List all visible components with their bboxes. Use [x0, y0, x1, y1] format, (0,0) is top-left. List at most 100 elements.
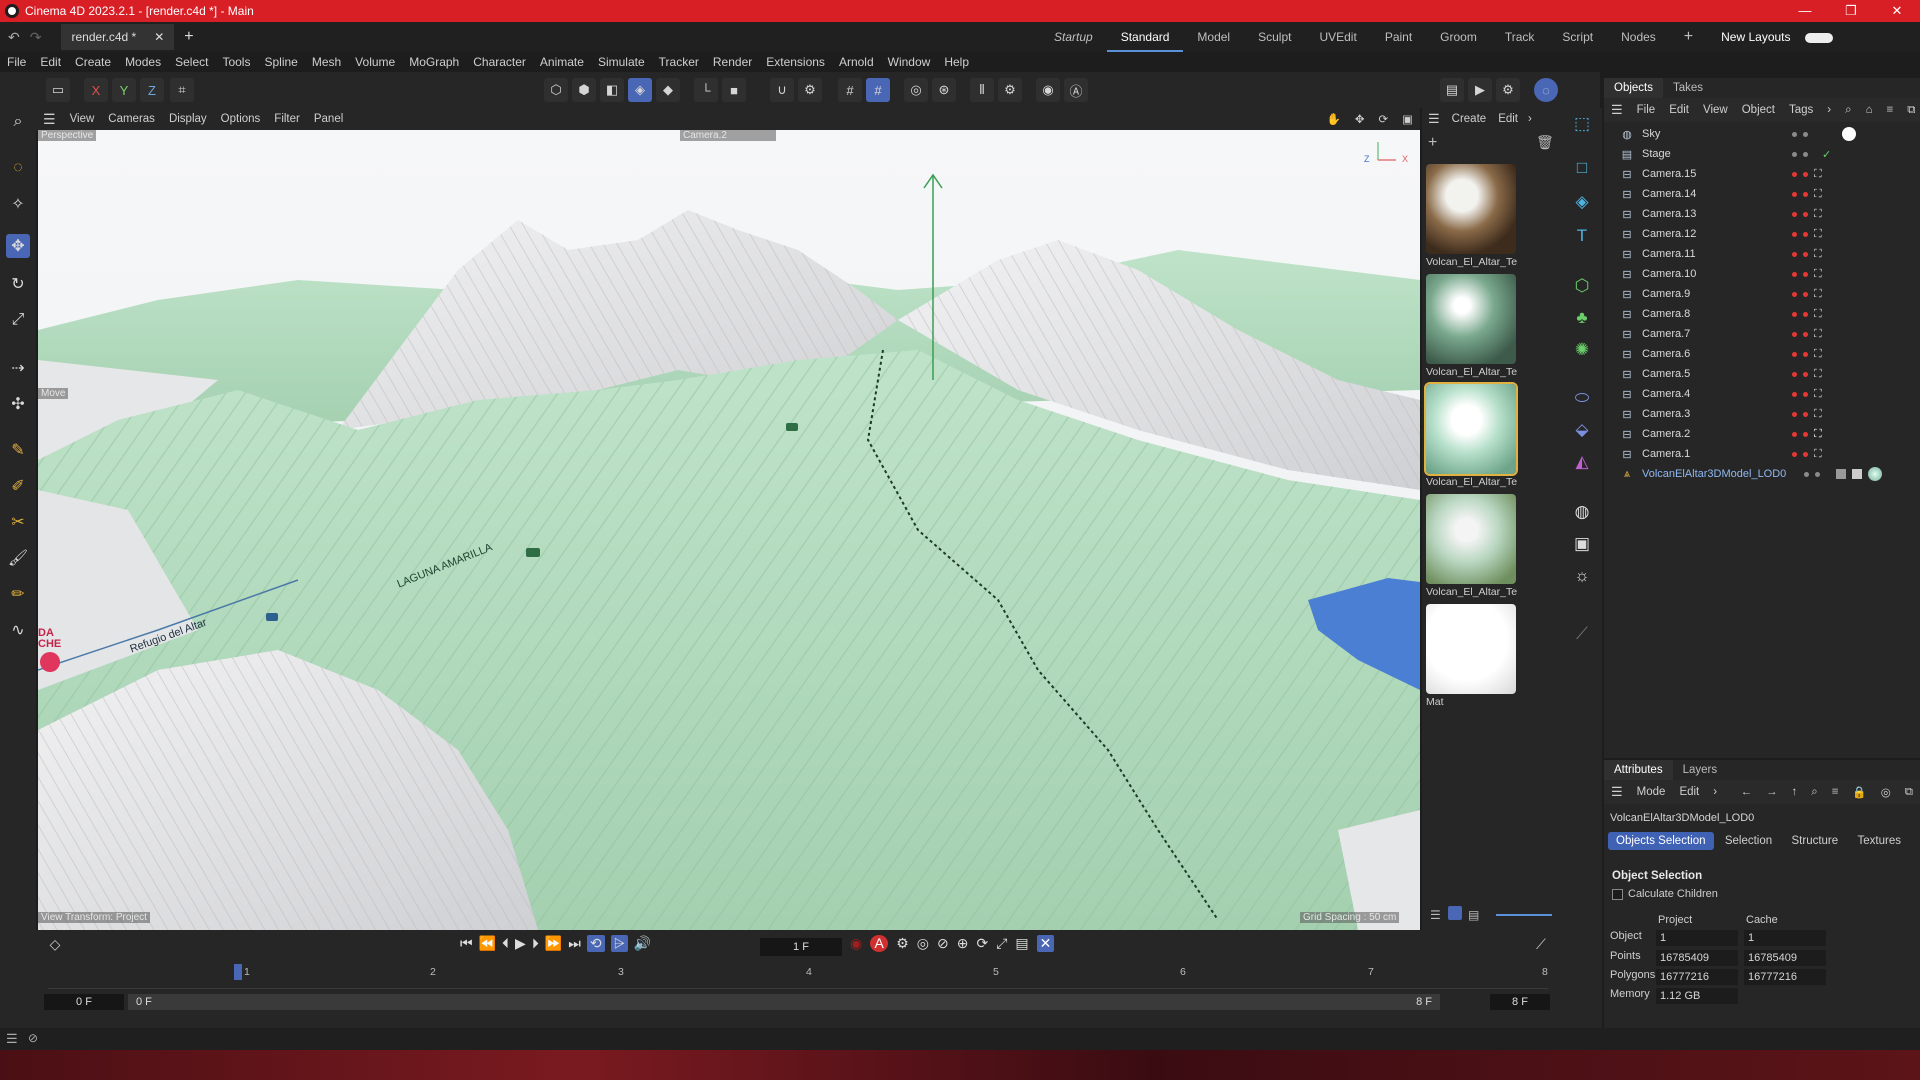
auto-key-icon[interactable]: Ⓐ: [1064, 78, 1088, 102]
next-key-icon[interactable]: ⏩: [545, 935, 562, 952]
menu-modes[interactable]: Modes: [118, 55, 168, 69]
home-icon[interactable]: ⌂: [1859, 104, 1880, 116]
delete-material-icon[interactable]: 🗑: [1536, 134, 1554, 151]
timeline-ruler[interactable]: 1 2 3 4 5 6 7 8: [48, 964, 1548, 990]
material-swatch-3-selected[interactable]: [1424, 382, 1518, 476]
search-icon[interactable]: ⌕: [6, 110, 30, 134]
uv-mode-icon[interactable]: ■: [722, 78, 746, 102]
effector-icon[interactable]: ⬙: [1570, 418, 1594, 442]
environment-icon[interactable]: ◍: [1570, 500, 1594, 524]
autokey-icon[interactable]: A: [870, 935, 889, 952]
viewport-menu-icon[interactable]: ☰: [36, 111, 63, 128]
chevron-right-icon[interactable]: ›: [1820, 104, 1838, 116]
layout-tab-standard[interactable]: Standard: [1106, 22, 1184, 52]
script-icon[interactable]: ⟋: [1570, 622, 1594, 646]
attribute-menu-mode[interactable]: Mode: [1630, 786, 1673, 798]
layout-tab-paint[interactable]: Paint: [1371, 22, 1426, 52]
transform-tool-icon[interactable]: ✣: [6, 392, 30, 416]
subtab-selection[interactable]: Selection: [1717, 832, 1780, 850]
material-menu-edit[interactable]: Edit: [1492, 113, 1524, 125]
grid-view-icon[interactable]: [1448, 906, 1462, 920]
object-row[interactable]: ⊟ Camera.1 ⛶: [1604, 444, 1920, 464]
object-row[interactable]: ⊟ Camera.8 ⛶: [1604, 304, 1920, 324]
cube-icon[interactable]: ◈: [1570, 190, 1594, 214]
subtab-structure[interactable]: Structure: [1784, 832, 1847, 850]
sound-icon[interactable]: 🔊: [634, 935, 651, 952]
symmetry-icon[interactable]: ⫴: [970, 78, 994, 102]
menu-window[interactable]: Window: [881, 55, 938, 69]
menu-file[interactable]: File: [0, 55, 33, 69]
add-layout-icon[interactable]: +: [1670, 22, 1707, 52]
go-to-start-icon[interactable]: ⏮: [460, 935, 473, 952]
menu-volume[interactable]: Volume: [348, 55, 402, 69]
minimize-button[interactable]: —: [1782, 3, 1828, 19]
layout-toggle[interactable]: [1804, 22, 1833, 52]
search-icon[interactable]: ⌕: [1838, 104, 1858, 117]
object-row[interactable]: ⊟ Camera.13 ⛶: [1604, 204, 1920, 224]
snap-settings-icon[interactable]: ⚙: [798, 78, 822, 102]
x-axis-button[interactable]: X: [84, 78, 108, 102]
menu-render[interactable]: Render: [706, 55, 759, 69]
object-row[interactable]: ⊟ Camera.14 ⛶: [1604, 184, 1920, 204]
menu-edit[interactable]: Edit: [33, 55, 68, 69]
status-check-icon[interactable]: ⊘: [28, 1031, 38, 1045]
filter-icon[interactable]: ≡: [1825, 786, 1846, 798]
viewport-menu-cameras[interactable]: Cameras: [101, 113, 162, 125]
previous-key-icon[interactable]: ⏪: [479, 935, 496, 952]
edit-render-settings-icon[interactable]: ⚙: [1496, 78, 1520, 102]
menu-tools[interactable]: Tools: [215, 55, 257, 69]
keyframe-selection-icon[interactable]: ◎: [917, 935, 929, 952]
scale-tool-icon[interactable]: ⤢: [6, 308, 30, 332]
list-view-icon[interactable]: ☰: [1430, 908, 1441, 922]
object-row[interactable]: ⊟ Camera.12 ⛶: [1604, 224, 1920, 244]
viewport-menu-options[interactable]: Options: [214, 113, 268, 125]
record-icon[interactable]: ◉: [850, 935, 862, 952]
forward-arrow-icon[interactable]: →: [1759, 786, 1785, 798]
material-swatch-1[interactable]: [1426, 164, 1516, 254]
grid-snap-icon[interactable]: #: [838, 78, 862, 102]
object-row[interactable]: ▤ Stage ✓: [1604, 144, 1920, 164]
object-menu-view[interactable]: View: [1696, 104, 1735, 116]
object-row[interactable]: ⊟ Camera.3 ⛶: [1604, 404, 1920, 424]
document-tab[interactable]: render.c4d * ✕: [61, 24, 175, 50]
frame-range-slider[interactable]: 0 F 8 F: [128, 994, 1440, 1010]
start-frame-field[interactable]: 0 F: [44, 994, 124, 1010]
object-menu-tags[interactable]: Tags: [1782, 104, 1820, 116]
point-level-key-icon[interactable]: ✕: [1036, 935, 1055, 952]
coordinate-system-icon[interactable]: ⌗: [170, 78, 194, 102]
scale-key-icon[interactable]: ⤢: [996, 935, 1007, 952]
previous-frame-icon[interactable]: ⏴: [502, 935, 509, 952]
tab-objects[interactable]: Objects: [1604, 78, 1663, 98]
viewport-solo-icon[interactable]: ◉: [1036, 78, 1060, 102]
redo-icon[interactable]: ↷: [30, 29, 42, 46]
menu-simulate[interactable]: Simulate: [591, 55, 652, 69]
menu-extensions[interactable]: Extensions: [759, 55, 832, 69]
material-menu-icon[interactable]: ☰: [1422, 111, 1446, 127]
attribute-menu-edit[interactable]: Edit: [1672, 786, 1706, 798]
tab-takes[interactable]: Takes: [1663, 82, 1713, 94]
playback-rate-icon[interactable]: ⩥: [610, 935, 628, 952]
object-row[interactable]: ⊟ Camera.11 ⛶: [1604, 244, 1920, 264]
back-arrow-icon[interactable]: ←: [1733, 786, 1759, 798]
z-axis-button[interactable]: Z: [140, 78, 164, 102]
layout-tab-nodes[interactable]: Nodes: [1607, 22, 1670, 52]
spline-icon[interactable]: □: [1570, 156, 1594, 180]
field-icon[interactable]: ⬭: [1570, 386, 1594, 410]
status-menu-icon[interactable]: ☰: [6, 1031, 18, 1047]
add-tab-button[interactable]: +: [184, 28, 193, 46]
keyframe-icon[interactable]: ◇: [44, 936, 66, 958]
close-window-button[interactable]: ✕: [1874, 3, 1920, 19]
object-menu-object[interactable]: Object: [1735, 104, 1782, 116]
null-object-icon[interactable]: ⬚: [1570, 112, 1594, 136]
render-settings-icon[interactable]: ⊛: [932, 78, 956, 102]
cloner-icon[interactable]: ♣: [1570, 306, 1594, 330]
menu-tracker[interactable]: Tracker: [652, 55, 706, 69]
object-row[interactable]: ⊟ Camera.15 ⛶: [1604, 164, 1920, 184]
new-window-icon[interactable]: ⧉: [1898, 786, 1920, 799]
texture-mode-icon[interactable]: ◆: [656, 78, 680, 102]
menu-mograph[interactable]: MoGraph: [402, 55, 466, 69]
layout-tab-track[interactable]: Track: [1491, 22, 1549, 52]
selection-tools-icon[interactable]: ✧: [6, 192, 30, 216]
new-window-icon[interactable]: ⧉: [1900, 104, 1920, 117]
transfer-tool-icon[interactable]: ⇢: [6, 356, 30, 380]
